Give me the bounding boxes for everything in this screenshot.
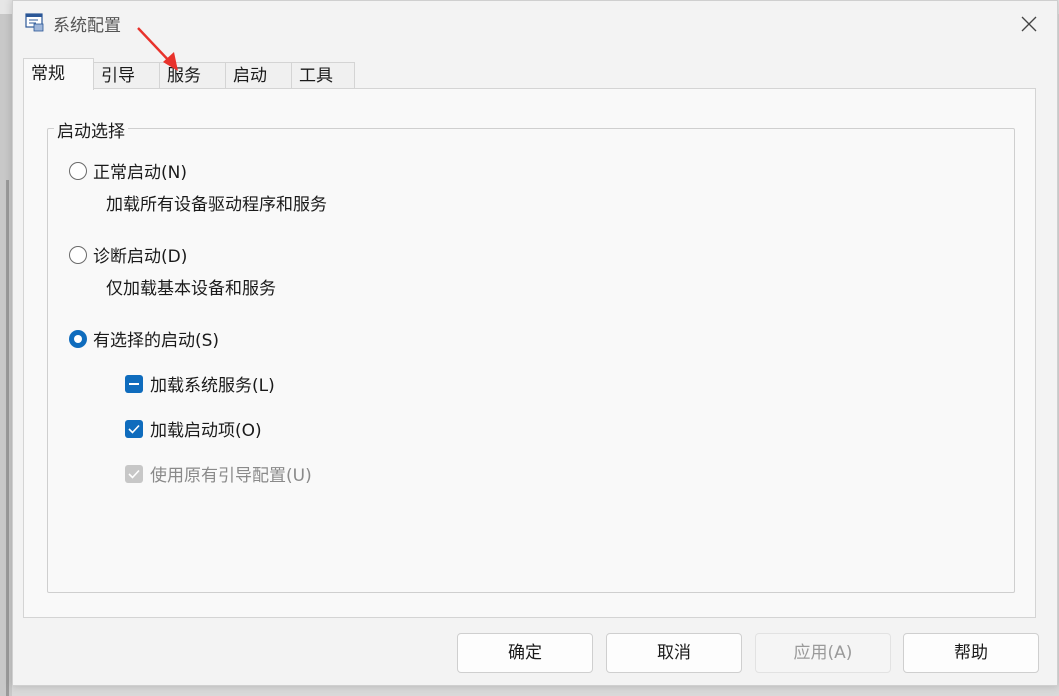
diagnostic-startup-description: 仅加载基本设备和服务 xyxy=(106,279,276,299)
group-legend: 启动选择 xyxy=(54,117,128,142)
radio-button-selected[interactable] xyxy=(69,329,87,348)
radio-selective-startup[interactable]: 有选择的启动(S) xyxy=(69,326,219,351)
system-config-dialog: 系统配置 常规 引导 服务 启动 工具 启动选择 正常启动(N) 加载所有设备驱… xyxy=(12,0,1058,686)
annotation-arrow-icon xyxy=(137,27,178,71)
general-tab-panel: 启动选择 正常启动(N) 加载所有设备驱动程序和服务 诊断启动(D) 仅加载基本… xyxy=(23,88,1036,618)
checkbox-load-startup-items[interactable]: 加载启动项(O) xyxy=(125,416,262,441)
radio-label: 正常启动(N) xyxy=(93,163,187,183)
ok-button[interactable]: 确定 xyxy=(457,633,593,673)
help-button[interactable]: 帮助 xyxy=(903,633,1039,673)
msconfig-icon xyxy=(25,13,44,32)
indeterminate-checkbox-icon[interactable] xyxy=(125,374,143,393)
window-title: 系统配置 xyxy=(53,16,121,36)
radio-normal-startup[interactable]: 正常启动(N) xyxy=(69,158,187,183)
tab-startup[interactable]: 启动 xyxy=(225,62,292,89)
radio-button[interactable] xyxy=(69,161,87,180)
checkbox-use-original-boot-config: 使用原有引导配置(U) xyxy=(125,461,312,486)
radio-label: 有选择的启动(S) xyxy=(93,331,220,351)
normal-startup-description: 加载所有设备驱动程序和服务 xyxy=(106,195,327,215)
radio-diagnostic-startup[interactable]: 诊断启动(D) xyxy=(69,242,187,267)
radio-label: 诊断启动(D) xyxy=(93,247,188,267)
background-scrollbar xyxy=(6,180,9,696)
close-icon[interactable] xyxy=(1015,10,1043,38)
tab-general[interactable]: 常规 xyxy=(23,58,94,90)
checkbox-label: 加载启动项(O) xyxy=(150,421,262,441)
checkmark-icon[interactable] xyxy=(125,419,143,438)
radio-button[interactable] xyxy=(69,245,87,264)
checkbox-label: 使用原有引导配置(U) xyxy=(150,466,312,486)
apply-button: 应用(A) xyxy=(755,633,891,673)
checkmark-icon-disabled xyxy=(125,464,143,483)
cancel-button[interactable]: 取消 xyxy=(606,633,742,673)
checkbox-label: 加载系统服务(L) xyxy=(150,376,275,396)
tab-tools[interactable]: 工具 xyxy=(291,62,355,89)
checkbox-load-system-services[interactable]: 加载系统服务(L) xyxy=(125,371,275,396)
